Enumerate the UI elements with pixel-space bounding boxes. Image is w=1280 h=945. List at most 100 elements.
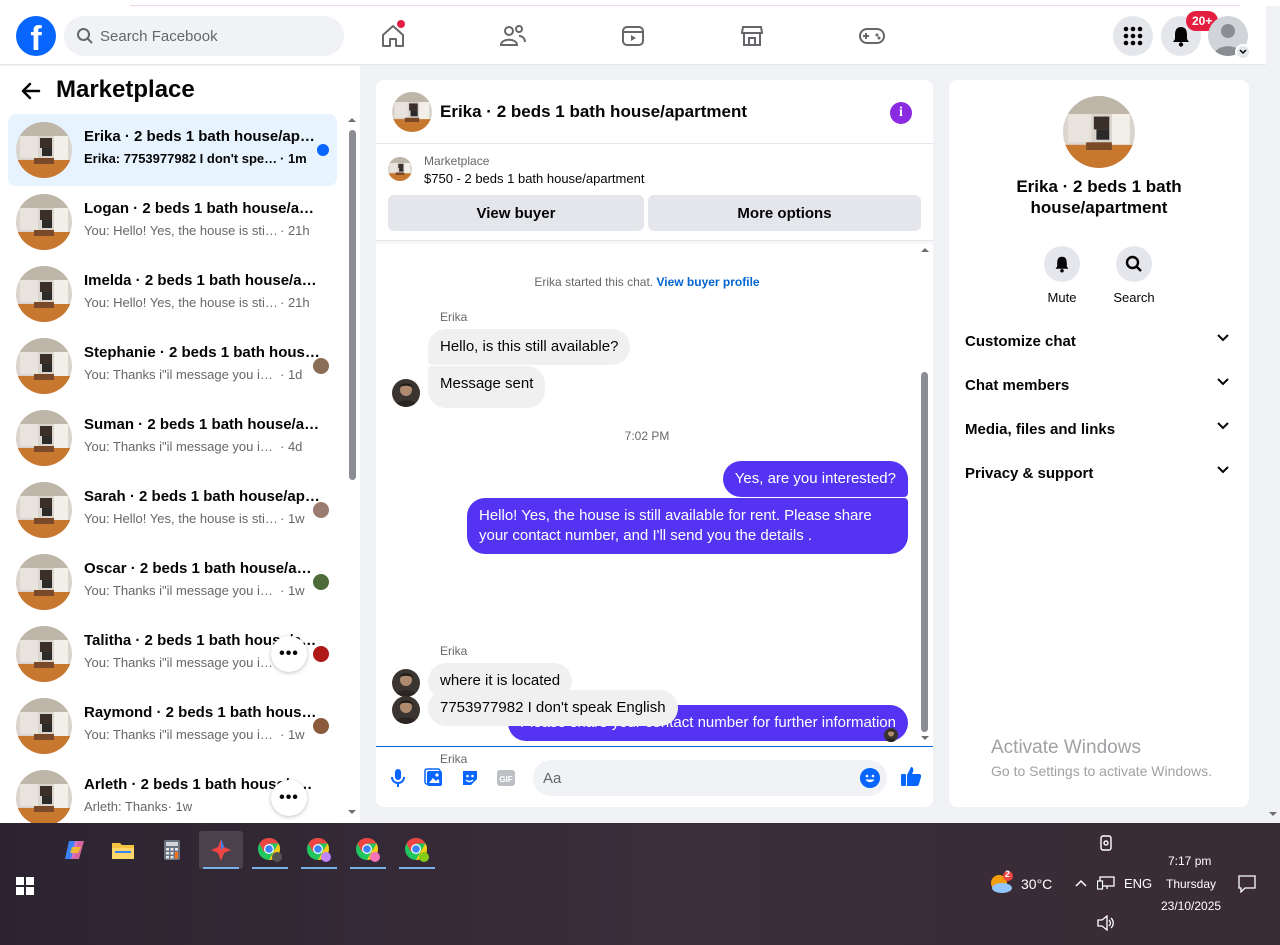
- nav-marketplace[interactable]: [728, 18, 776, 54]
- sender-avatar[interactable]: [392, 696, 420, 724]
- windows-start-icon[interactable]: [16, 877, 34, 895]
- nav-friends[interactable]: [489, 18, 537, 54]
- message-input[interactable]: [543, 760, 843, 796]
- conversation-item[interactable]: Erika · 2 beds 1 bath house/apartment Eri…: [8, 114, 337, 186]
- view-buyer-profile-link[interactable]: View buyer profile: [656, 275, 759, 289]
- marketplace-icon: [740, 26, 764, 46]
- like-button[interactable]: [900, 765, 922, 787]
- conversation-preview: You: Thanks i"il message you in a bit · …: [84, 367, 320, 382]
- conversation-item[interactable]: Arleth · 2 beds 1 bath house/apartmentAr…: [8, 762, 337, 823]
- home-notification-dot: [397, 20, 405, 28]
- chevron-up-icon[interactable]: [1075, 879, 1087, 887]
- listing-large-thumbnail[interactable]: [1063, 96, 1135, 168]
- mute-action[interactable]: Mute: [1032, 246, 1092, 305]
- folder-icon: [112, 843, 134, 859]
- conversation-item[interactable]: Oscar · 2 beds 1 bath house/apartment You…: [8, 546, 337, 618]
- conversation-thumbnail: [16, 266, 72, 322]
- search-icon: [77, 28, 93, 44]
- preview-text: You: Thanks i"il message you in a bit: [84, 727, 280, 742]
- chat-scroll-thumb[interactable]: [921, 372, 928, 732]
- tablet-mode-icon[interactable]: [1098, 835, 1114, 851]
- sidebar-scroll-thumb[interactable]: [349, 130, 356, 480]
- incoming-message[interactable]: Hello, is this still available?: [428, 329, 631, 365]
- conversation-item[interactable]: Stephanie · 2 beds 1 bath house/apartmen…: [8, 330, 337, 402]
- nav-video[interactable]: [609, 18, 657, 54]
- taskbar-calculator[interactable]: [150, 831, 194, 869]
- more-options-button[interactable]: More options: [648, 195, 921, 231]
- clock-time[interactable]: 7:17 pm: [1168, 854, 1211, 868]
- clock-date[interactable]: 23/10/2025: [1161, 899, 1221, 913]
- preview-text: You: Thanks i"il message you in a bit: [84, 583, 280, 598]
- conversation-title: Raymond · 2 beds 1 bath house/apartment: [84, 704, 320, 721]
- back-arrow-icon[interactable]: [20, 80, 42, 102]
- message-input-box[interactable]: [533, 760, 887, 796]
- taskbar-chrome-1[interactable]: [248, 831, 292, 869]
- seen-avatar: [313, 574, 329, 590]
- voice-clip-button[interactable]: [387, 767, 409, 789]
- conversation-more-button[interactable]: •••: [271, 780, 307, 816]
- taskbar-copilot[interactable]: [53, 831, 97, 869]
- conversation-item[interactable]: Raymond · 2 beds 1 bath house/apartment Y…: [8, 690, 337, 762]
- sticker-button[interactable]: [459, 767, 481, 789]
- bell-icon: [1173, 27, 1189, 47]
- seen-avatar: [313, 718, 329, 734]
- view-buyer-button[interactable]: View buyer: [388, 195, 644, 231]
- chat-title[interactable]: Erika · 2 beds 1 bath house/apartment: [440, 102, 747, 122]
- conversation-item[interactable]: Logan · 2 beds 1 bath house/apartment You…: [8, 186, 337, 258]
- network-icon[interactable]: [1097, 876, 1115, 890]
- conversation-thumbnail: [16, 194, 72, 250]
- sticker-icon: [463, 771, 477, 785]
- sender-avatar[interactable]: [392, 379, 420, 407]
- taskbar-file-explorer[interactable]: [101, 831, 145, 869]
- nav-home[interactable]: [369, 18, 417, 54]
- listing-thumbnail[interactable]: [392, 92, 432, 132]
- menu-button[interactable]: [1113, 16, 1153, 56]
- conversation-time: · 1w: [280, 727, 305, 742]
- conversation-more-button[interactable]: •••: [271, 636, 307, 672]
- facebook-logo[interactable]: f: [16, 16, 56, 56]
- conversation-thumbnail: [16, 410, 72, 466]
- taskbar-chrome-4[interactable]: [395, 831, 439, 869]
- conversation-title: Imelda · 2 beds 1 bath house/apartment: [84, 272, 320, 289]
- attach-photo-button[interactable]: [423, 767, 445, 789]
- incoming-message[interactable]: 7753977982 I don't speak English: [428, 690, 678, 726]
- svg-text:GIF: GIF: [499, 775, 512, 784]
- details-section-chat-members[interactable]: Chat members: [965, 364, 1233, 408]
- menu-grid-icon: [1123, 26, 1143, 46]
- language-indicator[interactable]: ENG: [1124, 876, 1152, 891]
- conversation-item[interactable]: Imelda · 2 beds 1 bath house/apartment Yo…: [8, 258, 337, 330]
- taskbar-pinned-app[interactable]: [199, 831, 243, 869]
- gif-button[interactable]: GIF: [495, 767, 517, 789]
- emoji-icon[interactable]: [860, 768, 880, 788]
- search-in-chat-action[interactable]: Search: [1104, 246, 1164, 305]
- sidebar-header: Marketplace: [0, 66, 344, 114]
- account-chevron[interactable]: [1235, 44, 1251, 60]
- conversation-preview: You: Thanks i"il message you in a bit · …: [84, 439, 320, 454]
- details-section-privacy-support[interactable]: Privacy & support: [965, 452, 1233, 496]
- outgoing-message[interactable]: Hello! Yes, the house is still available…: [467, 498, 908, 554]
- listing-price-title[interactable]: $750 - 2 beds 1 bath house/apartment: [424, 171, 644, 186]
- taskbar-chrome-3[interactable]: [346, 831, 390, 869]
- notification-center-icon[interactable]: [1238, 875, 1256, 893]
- incoming-message[interactable]: Message sent: [428, 366, 546, 408]
- read-receipt-avatar: [884, 728, 898, 742]
- outgoing-message[interactable]: Yes, are you interested?: [722, 461, 908, 497]
- taskbar-chrome-2[interactable]: [297, 831, 341, 869]
- conversation-item[interactable]: Sarah · 2 beds 1 bath house/apartment You…: [8, 474, 337, 546]
- search-input[interactable]: [100, 16, 330, 56]
- nav-gaming[interactable]: [848, 18, 896, 54]
- conversation-time: · 1m: [280, 151, 307, 166]
- conversation-preview: You: Thanks i"il message you in a bit · …: [84, 727, 320, 742]
- chat-header: Erika · 2 beds 1 bath house/apartment i: [376, 80, 933, 144]
- info-icon[interactable]: i: [890, 102, 912, 124]
- sender-avatar[interactable]: [392, 669, 420, 697]
- page-scrollbar[interactable]: [1266, 66, 1280, 823]
- volume-icon[interactable]: [1097, 915, 1115, 931]
- details-section-customize-chat[interactable]: Customize chat: [965, 320, 1233, 364]
- conversation-item[interactable]: Talitha · 2 beds 1 bath house/apartmentY…: [8, 618, 337, 690]
- conversation-item[interactable]: Suman · 2 beds 1 bath house/apartment You…: [8, 402, 337, 474]
- weather-widget[interactable]: 2 30°C: [988, 869, 1052, 900]
- clock-day[interactable]: Thursday: [1166, 877, 1216, 891]
- details-section-media-files-and-links[interactable]: Media, files and links: [965, 408, 1233, 452]
- search-facebook-box[interactable]: [64, 16, 344, 56]
